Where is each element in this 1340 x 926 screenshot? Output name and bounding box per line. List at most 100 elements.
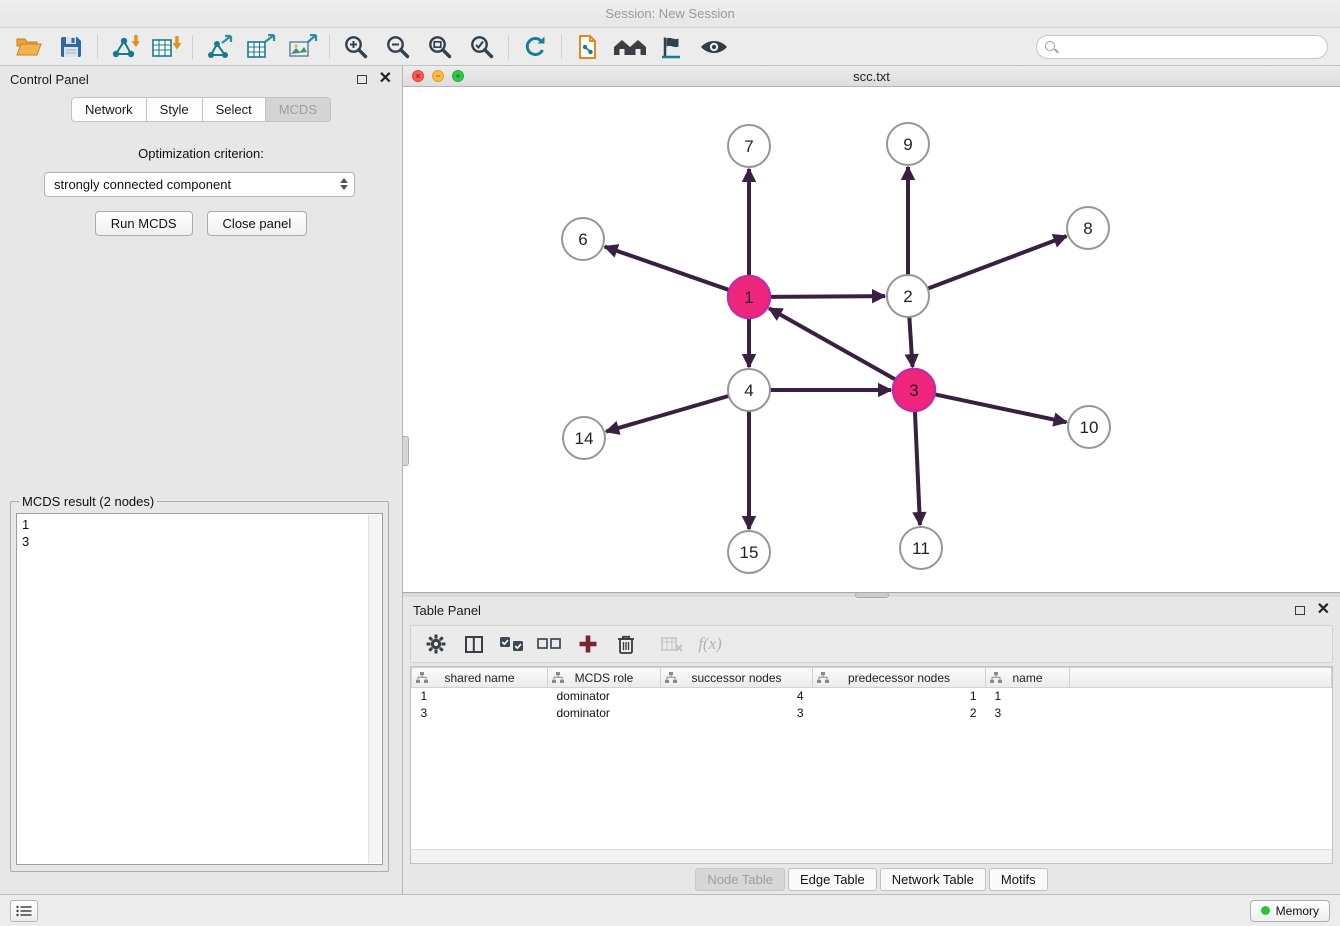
- show-hide-button[interactable]: [693, 31, 735, 63]
- column-header-MCDS-role[interactable]: MCDS role: [548, 668, 661, 688]
- tab-mcds[interactable]: MCDS: [265, 97, 331, 122]
- tab-edge-table[interactable]: Edge Table: [788, 868, 877, 891]
- node-10[interactable]: 10: [1068, 406, 1110, 448]
- column-header-name[interactable]: name: [986, 668, 1070, 688]
- close-table-panel-icon[interactable]: ✕: [1317, 604, 1330, 616]
- maximize-window-icon[interactable]: +: [452, 70, 464, 82]
- save-session-button[interactable]: [50, 31, 92, 63]
- node-11[interactable]: 11: [900, 527, 942, 569]
- close-panel-button[interactable]: Close panel: [207, 211, 308, 236]
- first-neighbors-button[interactable]: [567, 31, 609, 63]
- zoom-in-button[interactable]: [335, 31, 377, 63]
- tab-select[interactable]: Select: [202, 97, 265, 122]
- result-scrollbar[interactable]: [368, 515, 381, 863]
- import-network-button[interactable]: [103, 31, 145, 63]
- delete-column-button[interactable]: [611, 629, 641, 659]
- network-graph[interactable]: 7 9 6 8 1 2 4 3 14 10 15 11: [403, 87, 1340, 592]
- cell-predecessor-nodes[interactable]: 2: [813, 705, 986, 722]
- table-horizontal-scrollbar[interactable]: [411, 849, 1332, 863]
- float-table-panel-icon[interactable]: [1295, 606, 1305, 615]
- node-2[interactable]: 2: [887, 275, 929, 317]
- horizontal-splitter[interactable]: [403, 593, 1340, 597]
- table-settings-button[interactable]: [421, 629, 451, 659]
- export-network-button[interactable]: [198, 31, 240, 63]
- export-image-button[interactable]: [282, 31, 324, 63]
- edge-1-to-2[interactable]: [770, 296, 885, 297]
- edge-3-to-11[interactable]: [915, 411, 920, 525]
- cell-shared-name[interactable]: 3: [412, 705, 548, 722]
- edge-2-to-8[interactable]: [928, 236, 1067, 288]
- show-panels-button[interactable]: [609, 31, 651, 63]
- toolbar-separator: [192, 35, 193, 59]
- node-9[interactable]: 9: [887, 123, 929, 165]
- export-table-button[interactable]: [240, 31, 282, 63]
- add-column-button[interactable]: [573, 629, 603, 659]
- cell-name[interactable]: 1: [986, 688, 1070, 705]
- toolbar-separator: [561, 35, 562, 59]
- node-15[interactable]: 15: [728, 531, 770, 573]
- column-header-predecessor-nodes[interactable]: predecessor nodes: [813, 668, 986, 688]
- refresh-layout-button[interactable]: [514, 31, 556, 63]
- float-panel-icon[interactable]: [357, 75, 367, 84]
- edge-3-to-10[interactable]: [935, 394, 1067, 422]
- table-row[interactable]: 1dominator411: [412, 688, 1332, 705]
- node-8[interactable]: 8: [1067, 207, 1109, 249]
- network-graph-area[interactable]: 7 9 6 8 1 2 4 3 14 10 15 11: [403, 87, 1340, 592]
- table-row[interactable]: 3dominator323: [412, 705, 1332, 722]
- zoom-fit-button[interactable]: [419, 31, 461, 63]
- cell-shared-name[interactable]: 1: [412, 688, 548, 705]
- cell-MCDS-role[interactable]: dominator: [548, 705, 661, 722]
- tab-motifs[interactable]: Motifs: [989, 868, 1048, 891]
- minimize-window-icon[interactable]: −: [432, 70, 444, 82]
- mcds-result-fieldset: MCDS result (2 nodes) 13: [10, 494, 389, 872]
- cell-successor-nodes[interactable]: 3: [661, 705, 813, 722]
- tab-style[interactable]: Style: [146, 97, 202, 122]
- mcds-result-box[interactable]: 13: [16, 513, 383, 865]
- deselect-all-rows-button[interactable]: [535, 629, 565, 659]
- apply-style-button[interactable]: [651, 31, 693, 63]
- edge-4-to-14[interactable]: [606, 396, 729, 432]
- cell-MCDS-role[interactable]: dominator: [548, 688, 661, 705]
- delete-table-button[interactable]: [657, 629, 687, 659]
- table-panel: Table Panel ✕: [403, 597, 1340, 894]
- close-window-icon[interactable]: ×: [412, 70, 424, 82]
- node-table: shared nameMCDS rolesuccessor nodesprede…: [410, 666, 1333, 864]
- horizontal-splitter-handle[interactable]: [855, 592, 889, 598]
- tab-network[interactable]: Network: [71, 97, 146, 122]
- edge-2-to-3[interactable]: [909, 317, 912, 367]
- cell-successor-nodes[interactable]: 4: [661, 688, 813, 705]
- search-input[interactable]: [1036, 35, 1328, 59]
- cell-name[interactable]: 3: [986, 705, 1070, 722]
- eye-icon: [699, 36, 729, 58]
- function-builder-button[interactable]: f(x): [695, 629, 725, 659]
- zoom-selected-button[interactable]: [461, 31, 503, 63]
- cell-filler: [1070, 688, 1332, 705]
- column-visibility-button[interactable]: [459, 629, 489, 659]
- table-tabs: Node TableEdge TableNetwork TableMotifs: [403, 864, 1340, 894]
- criterion-select[interactable]: strongly connected component: [44, 172, 355, 197]
- tab-network-table[interactable]: Network Table: [880, 868, 986, 891]
- import-network-icon: [109, 34, 139, 60]
- node-1[interactable]: 1: [728, 276, 770, 318]
- node-3[interactable]: 3: [893, 369, 935, 411]
- run-mcds-button[interactable]: Run MCDS: [95, 211, 193, 236]
- column-header-successor-nodes[interactable]: successor nodes: [661, 668, 813, 688]
- vertical-splitter-handle[interactable]: [403, 436, 409, 466]
- edge-1-to-6[interactable]: [605, 247, 729, 290]
- close-panel-icon[interactable]: ✕: [379, 73, 392, 85]
- edge-3-to-1[interactable]: [769, 308, 896, 379]
- column-header-shared-name[interactable]: shared name: [412, 668, 548, 688]
- task-history-button[interactable]: [10, 900, 38, 922]
- zoom-out-button[interactable]: [377, 31, 419, 63]
- cell-predecessor-nodes[interactable]: 1: [813, 688, 986, 705]
- tab-node-table[interactable]: Node Table: [695, 868, 785, 891]
- select-all-rows-button[interactable]: [497, 629, 527, 659]
- import-table-button[interactable]: [145, 31, 187, 63]
- node-6[interactable]: 6: [562, 218, 604, 260]
- node-7[interactable]: 7: [728, 125, 770, 167]
- open-file-button[interactable]: [8, 31, 50, 63]
- node-4[interactable]: 4: [728, 369, 770, 411]
- memory-button[interactable]: Memory: [1250, 900, 1330, 922]
- node-14[interactable]: 14: [563, 417, 605, 459]
- memory-label: Memory: [1276, 904, 1319, 918]
